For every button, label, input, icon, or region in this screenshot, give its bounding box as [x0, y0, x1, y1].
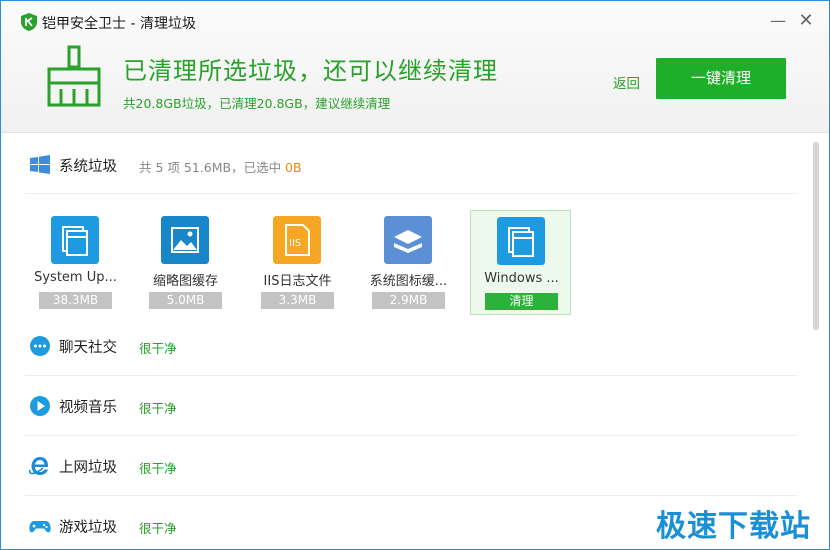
junk-item-icon-cache[interactable]: 系统图标缓... 2.9MB [358, 210, 459, 315]
broom-icon [47, 45, 101, 107]
junk-item-size: 3.3MB [261, 292, 334, 309]
junk-item-label: IIS日志文件 [263, 274, 332, 289]
junk-item-thumbnail-cache[interactable]: 缩略图缓存 5.0MB [135, 210, 236, 315]
scrollbar-thumb[interactable] [813, 142, 819, 330]
category-status: 很干净 [139, 401, 177, 416]
junk-item-label: Windows ... [484, 271, 559, 286]
junk-item-label: System Up... [34, 270, 117, 285]
clean-status-summary: 共20.8GB垃圾，已清理20.8GB，建议继续清理 [123, 96, 391, 111]
category-row-chat[interactable]: 聊天社交 很干净 [25, 316, 797, 376]
chat-bubble-icon [30, 336, 50, 356]
site-watermark: 极速下载站 [656, 509, 811, 544]
junk-item-size: 38.3MB [39, 292, 112, 309]
window-title: 铠甲安全卫士 - 清理垃圾 [42, 16, 196, 32]
ie-browser-icon [29, 457, 48, 475]
junk-item-label: 系统图标缓... [369, 274, 448, 289]
category-status: 很干净 [139, 341, 177, 356]
gamepad-icon [29, 521, 51, 533]
junk-item-system-update[interactable]: System Up... 38.3MB [25, 210, 126, 315]
junk-item-windows[interactable]: Windows ... 清理 [470, 210, 571, 315]
play-icon [30, 396, 50, 416]
selected-size: 0B [285, 160, 302, 175]
windows-logo-icon [30, 155, 50, 174]
junk-item-iis-logs[interactable]: IIS IIS日志文件 3.3MB [247, 210, 348, 315]
iis-log-icon: IIS [273, 216, 321, 264]
svg-text:IIS: IIS [289, 238, 301, 249]
category-status: 很干净 [139, 461, 177, 476]
system-junk-items: System Up... 38.3MB 缩略图缓存 5.0MB IIS IIS日… [25, 210, 797, 318]
minimize-button[interactable]: — [768, 11, 788, 31]
category-row-video-music[interactable]: 视频音乐 很干净 [25, 376, 797, 436]
window-stack-icon [497, 217, 545, 265]
close-button[interactable]: ✕ [796, 11, 816, 31]
category-row-web[interactable]: 上网垃圾 很干净 [25, 436, 797, 496]
clean-status-title: 已清理所选垃圾，还可以继续清理 [123, 57, 498, 85]
category-name: 游戏垃圾 [59, 520, 117, 536]
junk-item-label: 缩略图缓存 [152, 274, 218, 289]
layers-icon [384, 216, 432, 264]
junk-item-size: 5.0MB [149, 292, 222, 309]
junk-list: 系统垃圾 共 5 项 51.6MB，已选中 0B System Up... 38… [1, 134, 829, 549]
category-name: 聊天社交 [59, 340, 117, 356]
category-name: 上网垃圾 [59, 460, 117, 476]
category-name: 系统垃圾 [59, 159, 117, 175]
header-panel: 铠甲安全卫士 - 清理垃圾 — ✕ 已清理所选垃圾，还可以继续清理 共20.8G… [1, 1, 829, 133]
junk-item-clean-button[interactable]: 清理 [485, 293, 558, 310]
title-bar[interactable]: 铠甲安全卫士 - 清理垃圾 — ✕ [1, 1, 829, 39]
back-link[interactable]: 返回 [613, 72, 640, 92]
image-icon [161, 216, 209, 264]
category-stats-text: 共 5 项 51.6MB，已选中 [139, 160, 286, 175]
category-stats: 共 5 项 51.6MB，已选中 0B [139, 157, 302, 176]
one-click-clean-button[interactable]: 一键清理 [656, 58, 786, 99]
category-status: 很干净 [139, 521, 177, 536]
category-row-system[interactable]: 系统垃圾 共 5 项 51.6MB，已选中 0B [25, 134, 797, 194]
app-window: 铠甲安全卫士 - 清理垃圾 — ✕ 已清理所选垃圾，还可以继续清理 共20.8G… [0, 0, 830, 550]
category-name: 视频音乐 [59, 400, 117, 416]
shield-logo-icon [21, 13, 37, 31]
window-stack-icon [51, 216, 99, 264]
junk-item-size: 2.9MB [372, 292, 445, 309]
